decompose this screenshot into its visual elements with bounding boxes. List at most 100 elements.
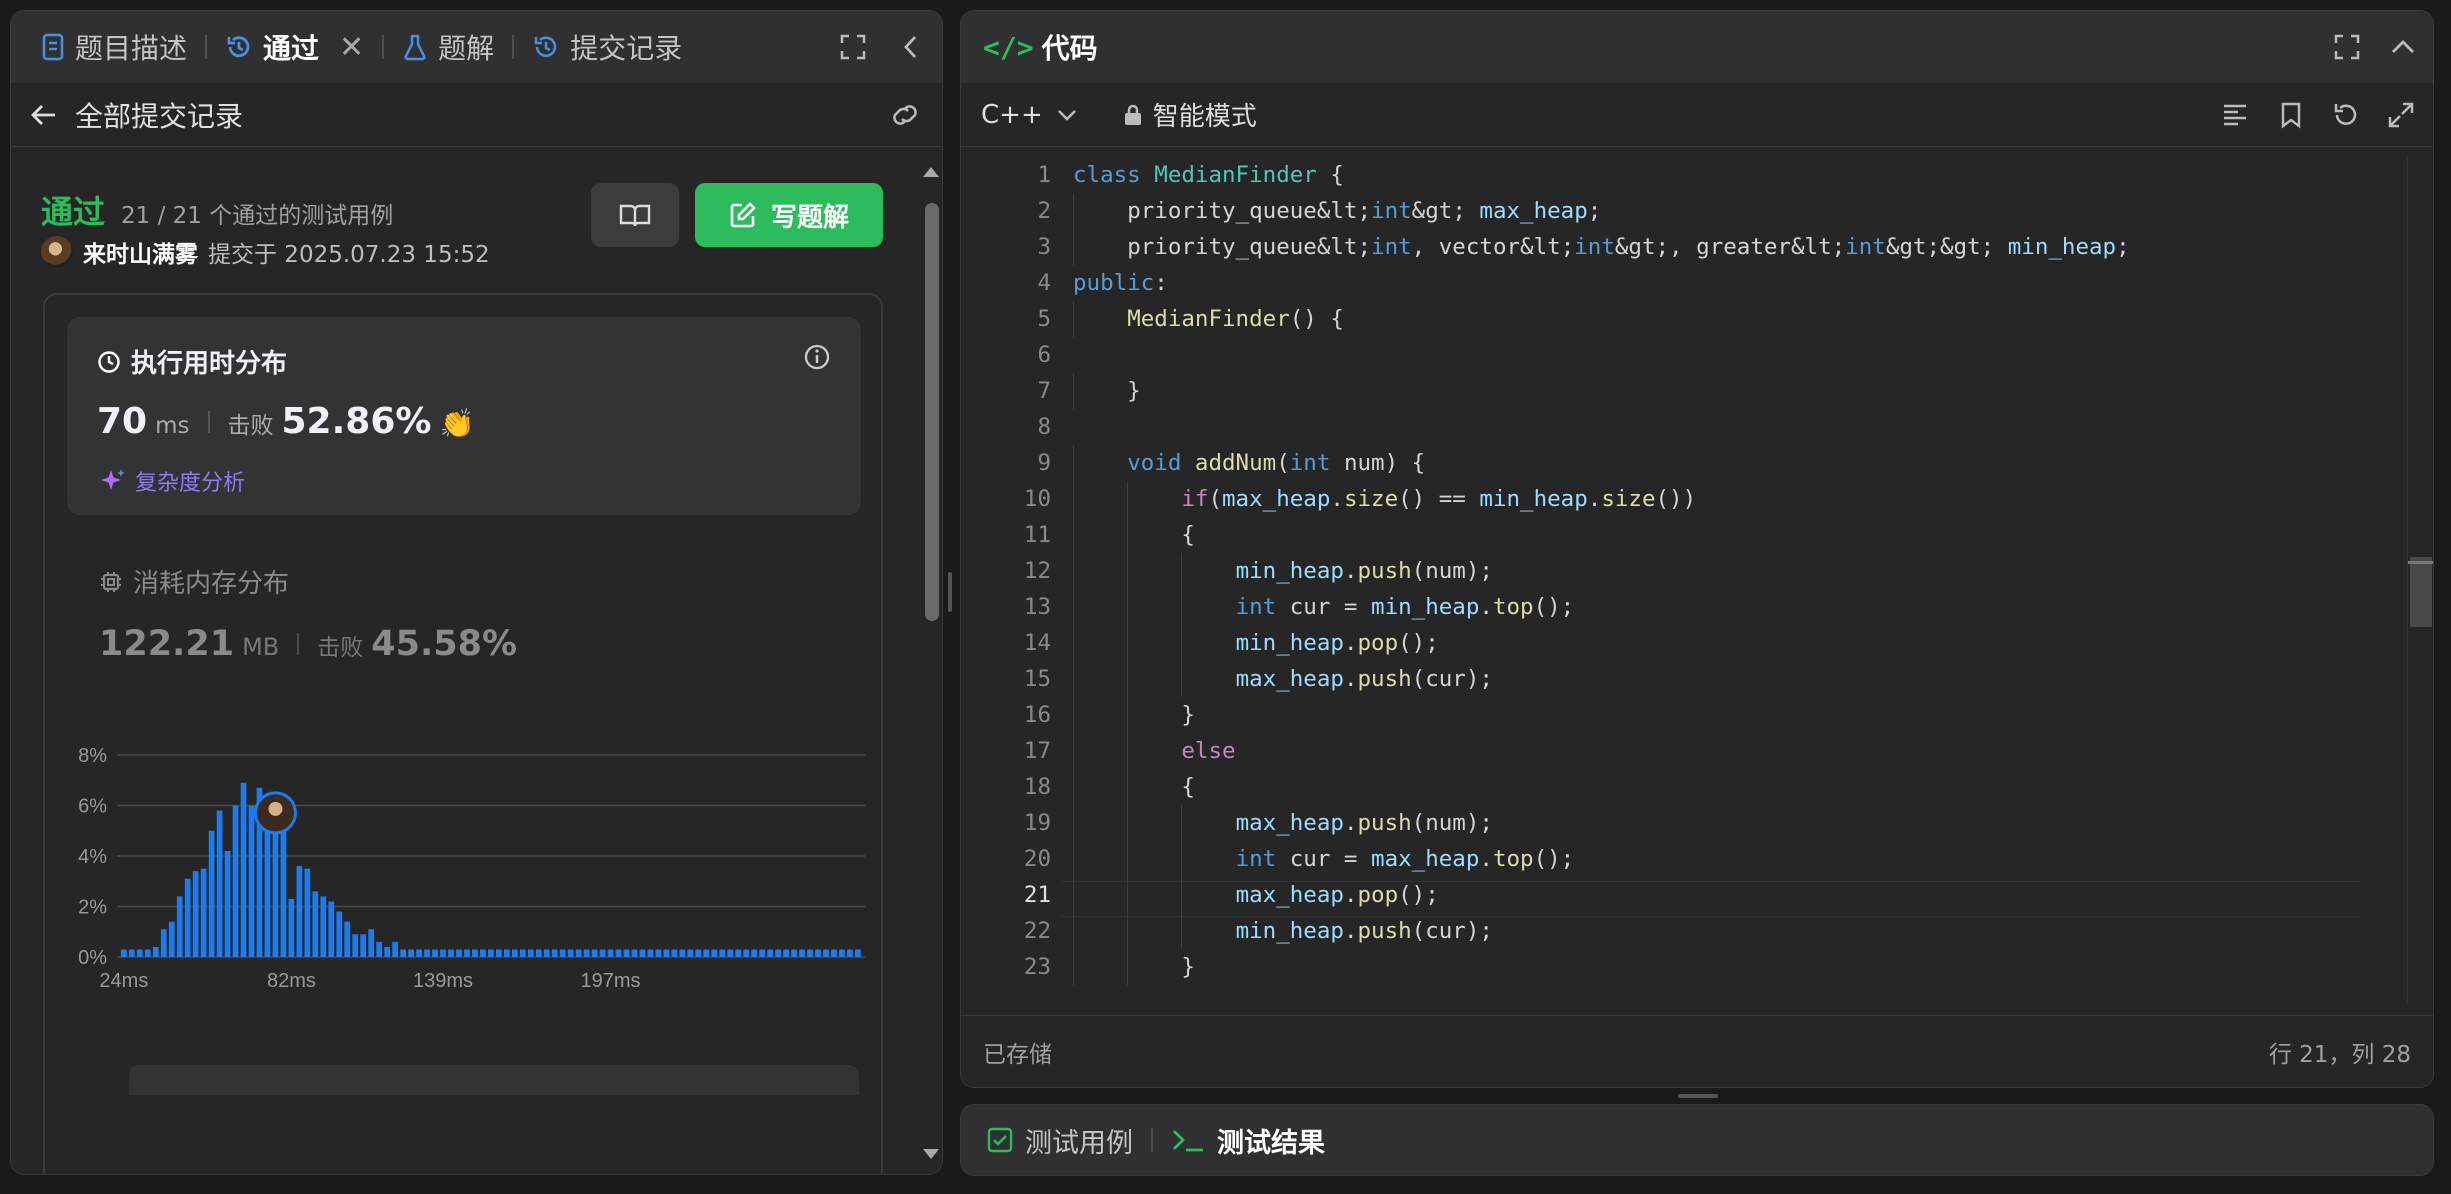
chart-bar[interactable] xyxy=(855,949,861,957)
chart-bar[interactable] xyxy=(687,949,694,957)
tab-submissions[interactable]: 提交记录 xyxy=(524,27,690,67)
chart-bar[interactable] xyxy=(200,868,207,957)
maximize-icon[interactable] xyxy=(837,31,869,63)
scroll-up-icon[interactable] xyxy=(923,167,939,177)
chart-bar[interactable] xyxy=(464,949,470,957)
code-line[interactable] xyxy=(1073,409,2130,445)
language-select[interactable]: C++ xyxy=(981,100,1077,130)
chart-bar[interactable] xyxy=(160,929,167,957)
chart-bar[interactable] xyxy=(376,941,383,957)
chart-bar[interactable] xyxy=(448,949,454,957)
chart-bar[interactable] xyxy=(136,949,143,957)
format-icon[interactable] xyxy=(2221,101,2249,129)
expand-icon[interactable] xyxy=(2387,101,2415,129)
memory-section[interactable]: 消耗内存分布 122.21 MB 击败 45.58% xyxy=(99,563,517,664)
chart-bar[interactable] xyxy=(328,901,335,957)
chart-bar[interactable] xyxy=(503,949,510,957)
chart-bar[interactable] xyxy=(288,898,295,957)
chart-bar[interactable] xyxy=(711,949,718,957)
code-line[interactable]: } xyxy=(1073,373,2130,409)
chart-bar[interactable] xyxy=(168,921,175,957)
chart-bar[interactable] xyxy=(176,896,183,957)
chart-bar[interactable] xyxy=(519,949,526,957)
chart-bar[interactable] xyxy=(424,949,430,957)
reset-icon[interactable] xyxy=(2331,101,2359,129)
chart-bar[interactable] xyxy=(663,949,670,957)
code-line[interactable]: { xyxy=(1073,769,2130,805)
chart-bar[interactable] xyxy=(567,949,574,957)
chart-bar[interactable] xyxy=(352,934,359,957)
chart-bar[interactable] xyxy=(599,949,606,957)
chart-bar[interactable] xyxy=(703,949,710,957)
code-line[interactable]: public: xyxy=(1073,265,2130,301)
chart-bar[interactable] xyxy=(408,949,414,957)
code-line[interactable]: max_heap.push(cur); xyxy=(1073,661,2130,697)
left-scrollbar[interactable] xyxy=(921,161,941,1171)
arrow-left-icon[interactable] xyxy=(29,100,59,130)
tab-test-result[interactable]: 测试结果 xyxy=(1171,1121,1325,1160)
chart-bar[interactable] xyxy=(152,946,159,957)
chart-bar[interactable] xyxy=(480,949,486,957)
chart-bar[interactable] xyxy=(695,949,702,957)
chart-bar[interactable] xyxy=(655,949,662,957)
code-line[interactable]: else xyxy=(1073,733,2130,769)
vertical-splitter[interactable] xyxy=(948,572,952,612)
close-icon[interactable]: ✕ xyxy=(339,30,364,65)
chart-bar[interactable] xyxy=(232,805,239,958)
code-line[interactable]: } xyxy=(1073,697,2130,733)
chart-bar[interactable] xyxy=(639,949,646,957)
chart-bar[interactable] xyxy=(759,949,766,957)
code-line[interactable]: priority_queue&lt;int, vector&lt;int&gt;… xyxy=(1073,229,2130,265)
chart-bar[interactable] xyxy=(815,949,821,957)
chart-bar[interactable] xyxy=(320,896,327,957)
chart-bar[interactable] xyxy=(847,949,853,957)
chart-bar[interactable] xyxy=(344,921,351,957)
code-line[interactable]: max_heap.push(num); xyxy=(1073,805,2130,841)
chart-bar[interactable] xyxy=(751,949,758,957)
code-line[interactable]: } xyxy=(1073,949,2130,985)
chart-bar[interactable] xyxy=(432,949,438,957)
chart-bar[interactable] xyxy=(360,934,367,957)
tab-description[interactable]: 题目描述 xyxy=(33,27,195,67)
chart-bar[interactable] xyxy=(671,949,678,957)
chart-bar[interactable] xyxy=(296,866,303,957)
all-submissions-link[interactable]: 全部提交记录 xyxy=(75,95,243,135)
chart-bar[interactable] xyxy=(495,949,502,957)
chart-bar[interactable] xyxy=(144,949,151,957)
chart-bar[interactable] xyxy=(583,949,590,957)
code-line[interactable] xyxy=(1073,337,2130,373)
runtime-card[interactable]: 执行用时分布 70 ms 击败 52.86% 👏 复杂度分析 xyxy=(67,317,861,515)
chart-bar[interactable] xyxy=(128,949,135,957)
chart-bar[interactable] xyxy=(368,929,375,957)
chart-bar[interactable] xyxy=(312,891,319,957)
bookmark-icon[interactable] xyxy=(2279,101,2303,129)
notes-button[interactable] xyxy=(591,183,679,247)
complexity-analysis-link[interactable]: 复杂度分析 xyxy=(135,465,245,497)
chart-bar[interactable] xyxy=(743,949,750,957)
write-solution-button[interactable]: 写题解 xyxy=(695,183,883,247)
chart-bar[interactable] xyxy=(783,949,789,957)
chart-bar[interactable] xyxy=(264,820,271,957)
chart-bar[interactable] xyxy=(623,949,630,957)
code-line[interactable]: MedianFinder() { xyxy=(1073,301,2130,337)
chart-bar[interactable] xyxy=(559,949,566,957)
chart-bar[interactable] xyxy=(607,949,614,957)
chart-bar[interactable] xyxy=(416,949,422,957)
scroll-thumb[interactable] xyxy=(2410,557,2432,627)
editor-scrollbar[interactable] xyxy=(2407,157,2433,1003)
chart-bar[interactable] xyxy=(248,805,255,958)
chart-bar[interactable] xyxy=(392,941,399,957)
mode-select[interactable]: 智能模式 xyxy=(1123,96,1257,133)
chart-bar[interactable] xyxy=(831,949,837,957)
chart-bar[interactable] xyxy=(735,949,742,957)
tab-testcase[interactable]: 测试用例 xyxy=(987,1121,1133,1160)
chart-bar[interactable] xyxy=(839,949,845,957)
scroll-thumb[interactable] xyxy=(925,203,939,621)
code-line[interactable]: class MedianFinder { xyxy=(1073,157,2130,193)
tab-solutions[interactable]: 题解 xyxy=(394,27,502,67)
chart-bar[interactable] xyxy=(456,949,462,957)
chart-bar[interactable] xyxy=(384,946,391,957)
chart-bar[interactable] xyxy=(121,949,127,957)
chart-bar[interactable] xyxy=(575,949,582,957)
chart-bar[interactable] xyxy=(679,949,686,957)
